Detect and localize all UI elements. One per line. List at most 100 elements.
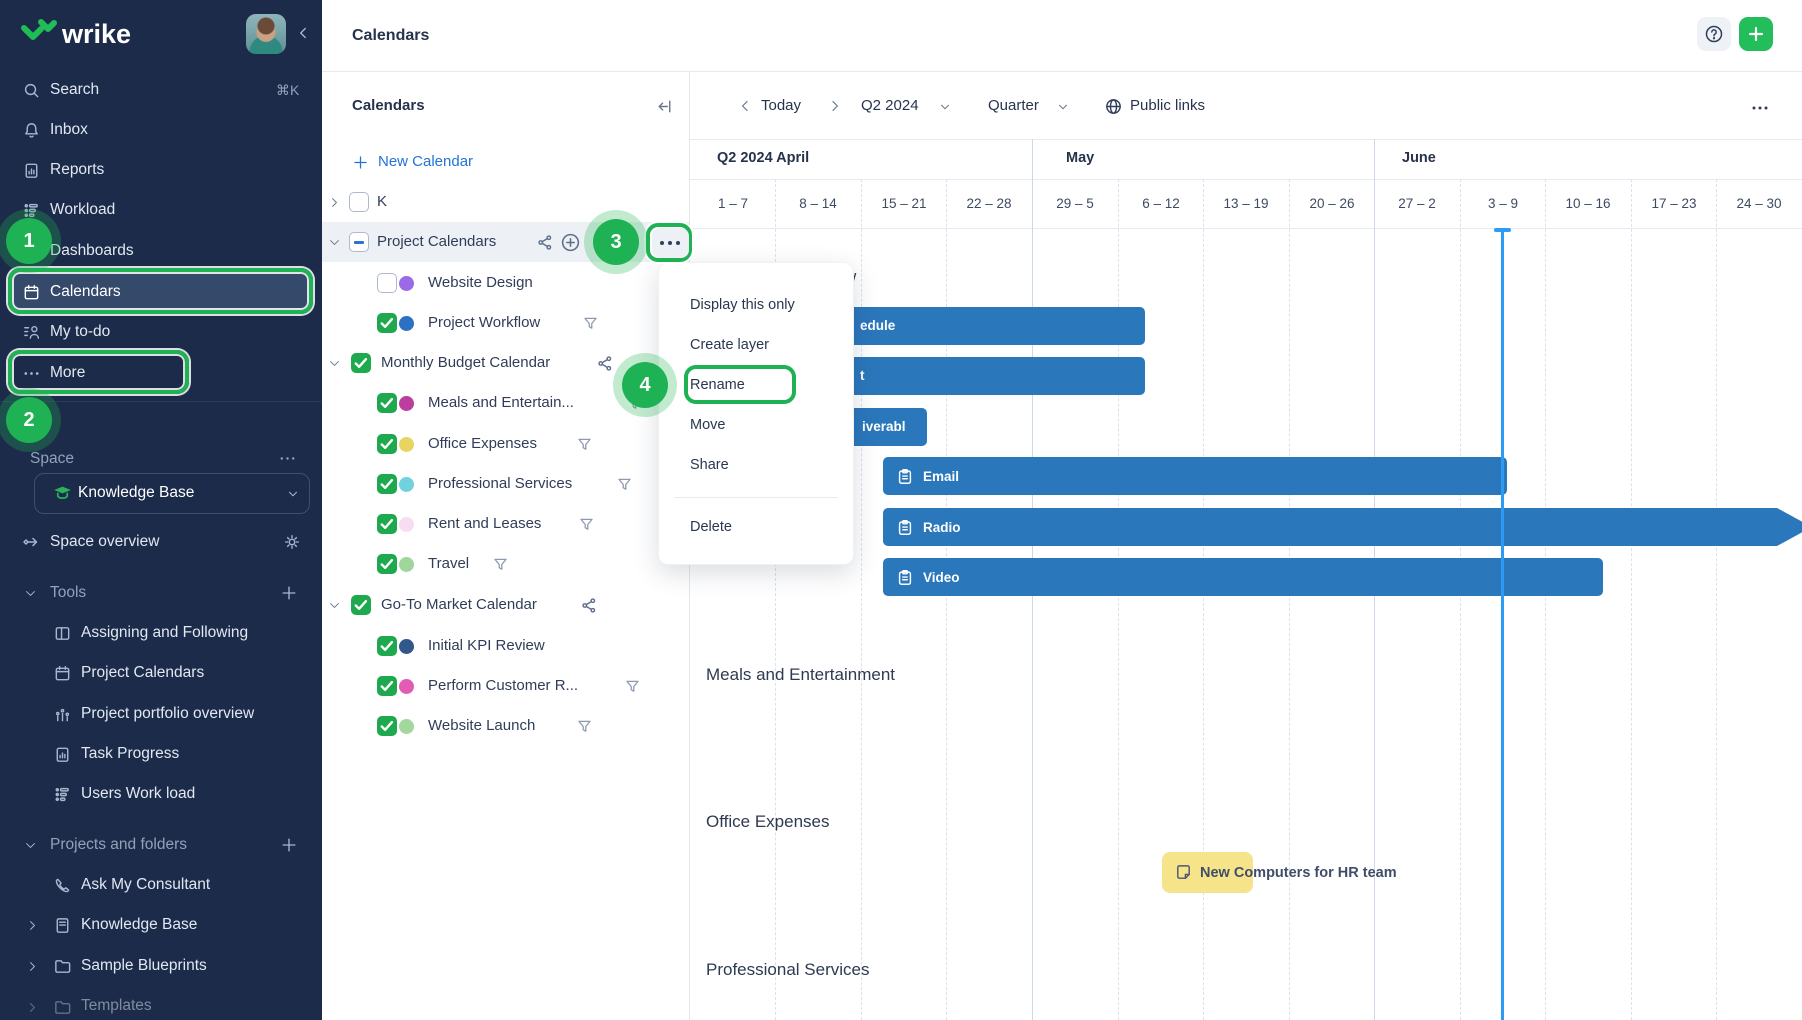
filter-icon[interactable] — [492, 556, 509, 573]
sidebar-item-my-todo[interactable]: My to-do — [50, 319, 110, 345]
layer-label[interactable]: Meals and Entertain... — [428, 390, 574, 416]
chevron-down-icon[interactable] — [24, 839, 37, 852]
layer-label[interactable]: Professional Services — [428, 471, 572, 497]
task-bar[interactable]: Email — [883, 457, 1507, 495]
layer-checkbox[interactable] — [377, 554, 397, 574]
filter-icon[interactable] — [576, 436, 593, 453]
sidebar-item-templates[interactable]: Templates — [81, 993, 152, 1019]
chevron-down-icon[interactable] — [24, 587, 37, 600]
sidebar-item-assigning-following[interactable]: Assigning and Following — [81, 620, 248, 646]
layer-checkbox[interactable] — [377, 273, 397, 293]
chevron-down-icon[interactable] — [328, 357, 341, 370]
calendar-group-label[interactable]: Project Calendars — [377, 229, 496, 255]
sidebar-item-search[interactable]: Search — [50, 77, 99, 103]
sidebar-item-space-overview[interactable]: Space overview — [50, 529, 159, 555]
layer-label[interactable]: Perform Customer R... — [428, 673, 578, 699]
layer-label[interactable]: Website Design — [428, 270, 533, 296]
chevron-down-icon[interactable] — [328, 599, 341, 612]
calendar-group-label[interactable]: Go-To Market Calendar — [381, 592, 537, 618]
layer-checkbox[interactable] — [377, 313, 397, 333]
plus-icon[interactable] — [280, 836, 298, 854]
sidebar-item-users-workload[interactable]: Users Work load — [81, 781, 195, 807]
calendar-checkbox[interactable] — [351, 353, 371, 373]
menu-item-create-layer[interactable]: Create layer — [690, 334, 769, 356]
filter-icon[interactable] — [624, 678, 641, 695]
calendar-checkbox[interactable] — [351, 595, 371, 615]
week-label: 3 – 9 — [1460, 196, 1546, 211]
sidebar-item-project-calendars[interactable]: Project Calendars — [81, 660, 204, 686]
chevron-right-icon[interactable] — [26, 1001, 39, 1014]
share-icon[interactable] — [596, 354, 615, 373]
public-links-button[interactable]: Public links — [1130, 95, 1205, 117]
calendar-group-label[interactable]: Monthly Budget Calendar — [381, 350, 550, 376]
filter-icon[interactable] — [578, 516, 595, 533]
layer-checkbox[interactable] — [377, 636, 397, 656]
milestone-label[interactable]: New Computers for HR team — [1200, 861, 1397, 885]
task-bar[interactable]: Radio — [883, 508, 1802, 546]
layer-label[interactable]: Office Expenses — [428, 431, 537, 457]
projects-section-label[interactable]: Projects and folders — [50, 832, 187, 858]
collapse-panel-icon[interactable] — [655, 97, 674, 116]
plus-circle-icon[interactable] — [560, 232, 581, 253]
menu-item-share[interactable]: Share — [690, 454, 729, 476]
today-button[interactable]: Today — [761, 95, 801, 117]
task-bar-label: Email — [923, 469, 959, 484]
new-calendar-button[interactable]: New Calendar — [378, 149, 473, 175]
plus-icon[interactable] — [280, 584, 298, 602]
row-menu-button[interactable] — [652, 228, 689, 258]
space-more-icon[interactable] — [278, 449, 297, 468]
sidebar-item-workload[interactable]: Workload — [50, 197, 115, 223]
chevron-right-icon[interactable] — [26, 919, 39, 932]
sidebar-item-task-progress[interactable]: Task Progress — [81, 741, 179, 767]
period-dropdown[interactable]: Q2 2024 — [861, 95, 919, 117]
collapse-sidebar-icon[interactable] — [294, 24, 312, 42]
menu-item-delete[interactable]: Delete — [690, 516, 732, 538]
annotation-box-rename — [684, 365, 796, 404]
calendar-checkbox[interactable] — [349, 192, 369, 212]
calendar-checkbox-indeterminate[interactable] — [349, 232, 369, 252]
toolbar-more-icon[interactable] — [1750, 98, 1770, 118]
filter-icon[interactable] — [582, 315, 599, 332]
chevron-down-icon[interactable] — [328, 236, 341, 249]
add-button[interactable] — [1739, 17, 1773, 51]
help-button[interactable] — [1697, 17, 1731, 51]
layer-label[interactable]: Travel — [428, 551, 469, 577]
sidebar-item-dashboards[interactable]: Dashboards — [50, 238, 134, 264]
tools-section-label[interactable]: Tools — [50, 580, 86, 606]
avatar[interactable] — [246, 14, 286, 54]
chevron-right-icon[interactable] — [26, 960, 39, 973]
filter-icon[interactable] — [576, 718, 593, 735]
sidebar-item-portfolio-overview[interactable]: Project portfolio overview — [81, 701, 254, 727]
next-period-icon[interactable] — [827, 98, 843, 114]
space-name: Knowledge Base — [78, 480, 194, 506]
gear-icon[interactable] — [283, 533, 301, 551]
filter-icon[interactable] — [616, 476, 633, 493]
share-icon[interactable] — [536, 233, 555, 252]
sidebar-item-reports[interactable]: Reports — [50, 157, 104, 183]
prev-period-icon[interactable] — [737, 98, 753, 114]
layer-checkbox[interactable] — [377, 393, 397, 413]
layer-checkbox[interactable] — [377, 434, 397, 454]
panel-header: Calendars — [352, 95, 425, 117]
layer-label[interactable]: Initial KPI Review — [428, 633, 545, 659]
menu-item-display-only[interactable]: Display this only — [690, 294, 795, 316]
chevron-right-icon[interactable] — [328, 196, 341, 209]
share-icon[interactable] — [580, 596, 599, 615]
task-bar-label: Video — [923, 570, 960, 585]
calendar-group-label[interactable]: K — [377, 189, 387, 215]
arrow-overview-icon — [22, 532, 42, 552]
layer-label[interactable]: Website Launch — [428, 713, 535, 739]
sidebar-item-knowledge-base[interactable]: Knowledge Base — [81, 912, 197, 938]
task-bar[interactable]: Video — [883, 558, 1603, 596]
sidebar-item-inbox[interactable]: Inbox — [50, 117, 88, 143]
layer-checkbox[interactable] — [377, 474, 397, 494]
layer-label[interactable]: Project Workflow — [428, 310, 540, 336]
sidebar-item-ask-consultant[interactable]: Ask My Consultant — [81, 872, 210, 898]
layer-label[interactable]: Rent and Leases — [428, 511, 541, 537]
layer-checkbox[interactable] — [377, 716, 397, 736]
zoom-dropdown[interactable]: Quarter — [988, 95, 1039, 117]
layer-checkbox[interactable] — [377, 514, 397, 534]
menu-item-move[interactable]: Move — [690, 414, 725, 436]
layer-checkbox[interactable] — [377, 676, 397, 696]
sidebar-item-sample-blueprints[interactable]: Sample Blueprints — [81, 953, 207, 979]
